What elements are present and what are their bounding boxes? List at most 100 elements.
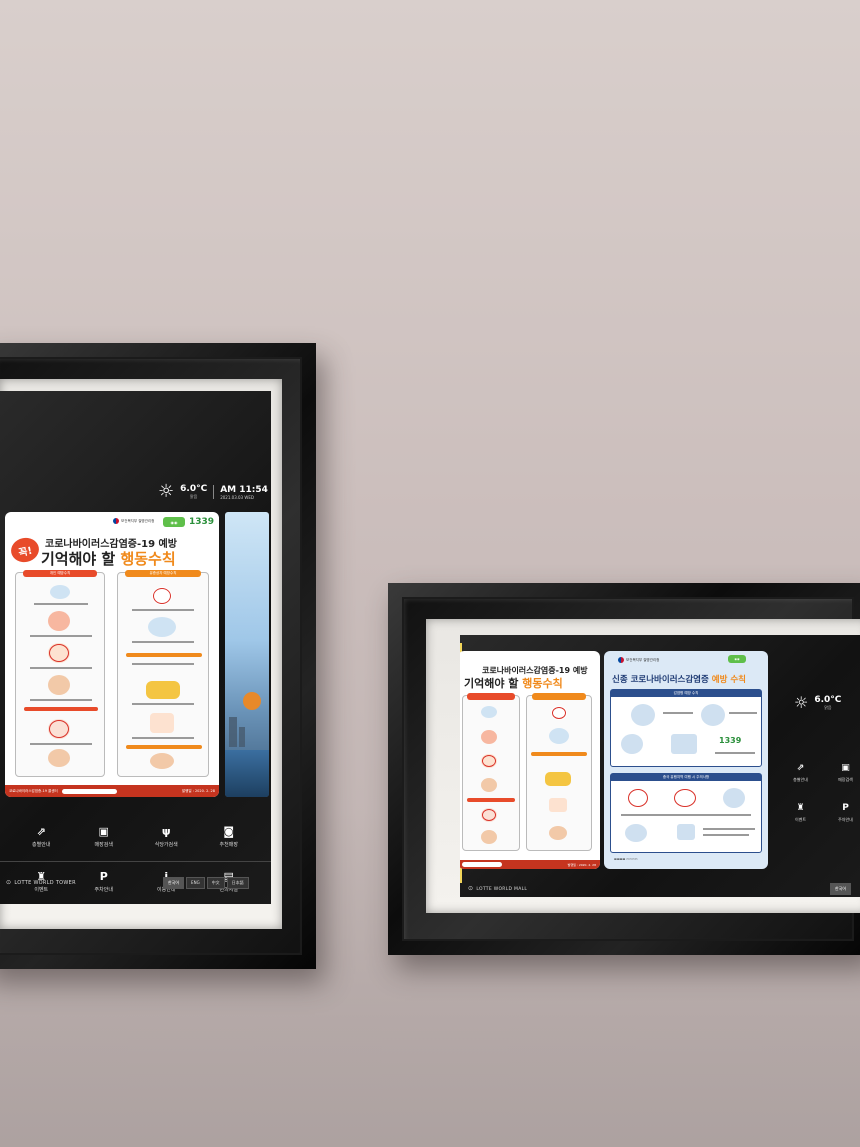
cough-icon [481, 730, 497, 744]
kiosk-screen-portrait: ☼ 6.0°C 맑음 AM 11:54 2021.03.03 WED 보건복지부… [0, 391, 271, 904]
document-icon [150, 713, 174, 733]
menu-restaurant-search[interactable]: ψ 식당가검색 [135, 814, 198, 859]
no-travel-icon [481, 808, 497, 822]
menu-store-search[interactable]: ▣ 매장검색 [73, 814, 136, 859]
main-menu: ⇗ 층별안내 ▣ 매장검색 ♜ 이벤트 P 주차안내 [778, 753, 860, 833]
prevention-section: 감염병 예방 수칙 1339 [610, 689, 762, 767]
menu-floor-guide[interactable]: ⇗ 층별안내 [10, 814, 73, 859]
emphasis-badge: 꼭! [8, 535, 42, 565]
phone-icon [677, 824, 695, 840]
traveler-icon [625, 824, 647, 842]
escalator-icon: ⇗ [36, 824, 46, 838]
no-touch-icon [481, 754, 497, 768]
symptomatic-guidelines-column: 유증상자 예방수칙 [117, 570, 209, 777]
car-icon [545, 772, 571, 786]
mask-person-icon [723, 788, 745, 808]
language-selector: 한국어 ENG 中文 日本語 [163, 877, 249, 889]
doctor-icon [481, 778, 497, 792]
no-animal-icon [627, 788, 649, 808]
brand-logo: LOTTE WORLD MALL [468, 885, 527, 892]
covid-poster[interactable]: 보건복지부 질병관리청 ◉◉ 1339 꼭! 코로나바이러스감염증-19 예방 … [5, 512, 219, 797]
mask-person-icon [48, 749, 70, 767]
doctor-icon [150, 753, 174, 769]
parking-icon: P [842, 802, 849, 813]
column-header: 유증상자 예방수칙 [125, 570, 201, 577]
hospital-icon [671, 734, 697, 754]
portrait-kiosk-frame: ☼ 6.0°C 맑음 AM 11:54 2021.03.03 WED 보건복지부… [0, 343, 316, 969]
doctor-icon [48, 675, 70, 695]
no-market-icon [673, 788, 697, 808]
travel-section: 중국 유행지역 여행 시 주의사항 [610, 773, 762, 853]
weather-condition: 맑음 [824, 705, 832, 710]
next-slide-preview[interactable] [225, 512, 269, 797]
sun-icon: ☼ [794, 693, 809, 712]
hand-wash-icon [631, 704, 655, 726]
temperature: 6.0°C [814, 695, 842, 705]
poster-footer: 발행일 : 2020. 2. 28 [460, 860, 600, 869]
doctor-icon [549, 826, 567, 840]
shopping-bag-icon: ▣ [98, 824, 109, 838]
ministry-label: 보건복지부 질병관리청 [113, 518, 154, 524]
recommend-icon: ◙ [223, 824, 235, 838]
main-menu: ⇗ 층별안내 ▣ 매장검색 ψ 식당가검색 ◙ 추천매장 ♜ 이벤트 P 주차안… [10, 814, 260, 904]
hotline-logo: 1339 [719, 736, 742, 745]
section-header: 중국 유행지역 여행 시 주의사항 [611, 774, 761, 781]
hospital-icon [549, 728, 569, 744]
clock-time: AM 11:54 [220, 484, 268, 495]
lang-korean[interactable]: 한국어 [830, 883, 852, 895]
lang-japanese[interactable]: 日本語 [226, 877, 249, 889]
language-selector: 한국어 [830, 883, 852, 895]
kiosk-footer: LOTTE WORLD TOWER [6, 879, 76, 886]
covid-poster-left[interactable]: 코로나바이러스감염증-19 예방 기억해야 할 행동수칙 발행일: 2020.… [460, 651, 600, 869]
no-entry-icon [152, 587, 172, 605]
weather-clock-header: ☼ 6.0°C 맑음 AM 11:54 2021.03.03 WED [158, 483, 268, 501]
lang-chinese[interactable]: 中文 [206, 877, 225, 889]
no-touch-icon [48, 643, 70, 663]
no-travel-icon [48, 719, 70, 739]
document-icon [549, 798, 567, 812]
shopping-bag-icon: ▣ [841, 762, 850, 773]
menu-floor-guide[interactable]: ⇗ 층별안내 [778, 753, 823, 793]
fork-knife-icon: ψ [161, 824, 171, 838]
poster-date: 발행일 : 2020. 2. 28 [181, 788, 215, 793]
sun-icon: ☼ [158, 481, 175, 502]
covid-poster-blue[interactable]: 보건복지부 질병관리청 ◉◉ 신종 코로나바이러스감염증 예방 수칙 감염병 예… [604, 651, 768, 869]
lang-english[interactable]: ENG [186, 877, 205, 889]
clock-date: 2021.03.03 WED [220, 494, 254, 500]
menu-events[interactable]: ♜ 이벤트 [778, 793, 823, 833]
menu-recommended-stores[interactable]: ◙ 추천매장 [198, 814, 261, 859]
doctor-icon [621, 734, 643, 754]
parking-icon: P [99, 869, 108, 883]
menu-store-search[interactable]: ▣ 매장검색 [823, 753, 860, 793]
mask-person-icon [481, 830, 497, 844]
weather-condition: 맑음 [189, 494, 198, 499]
poster-date: 발행일 : 2020. 2. 28 [567, 862, 596, 867]
landscape-kiosk-frame: 코로나바이러스감염증-19 예방 기억해야 할 행동수칙 발행일: 2020.… [388, 583, 860, 955]
brand-logo: LOTTE WORLD TOWER [6, 879, 76, 886]
mascot-icon [243, 692, 261, 710]
lang-korean[interactable]: 한국어 [163, 877, 185, 889]
poster-footer: 코로나바이러스감염증-19 콜센터 발행일 : 2020. 2. 28 [5, 785, 219, 797]
escalator-icon: ⇗ [796, 762, 805, 773]
poster-title-line2: 기억해야 할 행동수칙 [41, 550, 176, 568]
cough-icon [701, 704, 725, 726]
campaign-badge: ◉◉ [163, 517, 185, 527]
event-icon: ♜ [796, 802, 805, 813]
hospital-icon [148, 617, 176, 637]
kiosk-screen-landscape: 코로나바이러스감염증-19 예방 기억해야 할 행동수칙 발행일: 2020.… [460, 635, 860, 897]
column-header: 개인 예방수칙 [23, 570, 97, 577]
weather-header: ☼ 6.0°C 맑음 [794, 695, 841, 711]
clock: AM 11:54 2021.03.03 WED [220, 485, 268, 500]
section-header: 감염병 예방 수칙 [611, 690, 761, 697]
hand-wash-icon [50, 585, 70, 599]
menu-parking[interactable]: P 주차안내 [73, 859, 136, 904]
personal-guidelines-column: 개인 예방수칙 [15, 570, 105, 777]
car-icon [146, 681, 180, 699]
hotline-logo: 1339 [189, 517, 215, 527]
hand-wash-icon [481, 706, 497, 718]
kiosk-footer: LOTTE WORLD MALL [468, 885, 527, 892]
menu-parking[interactable]: P 주차안내 [823, 793, 860, 833]
campaign-badge: ◉◉ [728, 655, 746, 663]
temperature: 6.0°C [180, 484, 208, 494]
no-entry-icon [551, 706, 567, 720]
